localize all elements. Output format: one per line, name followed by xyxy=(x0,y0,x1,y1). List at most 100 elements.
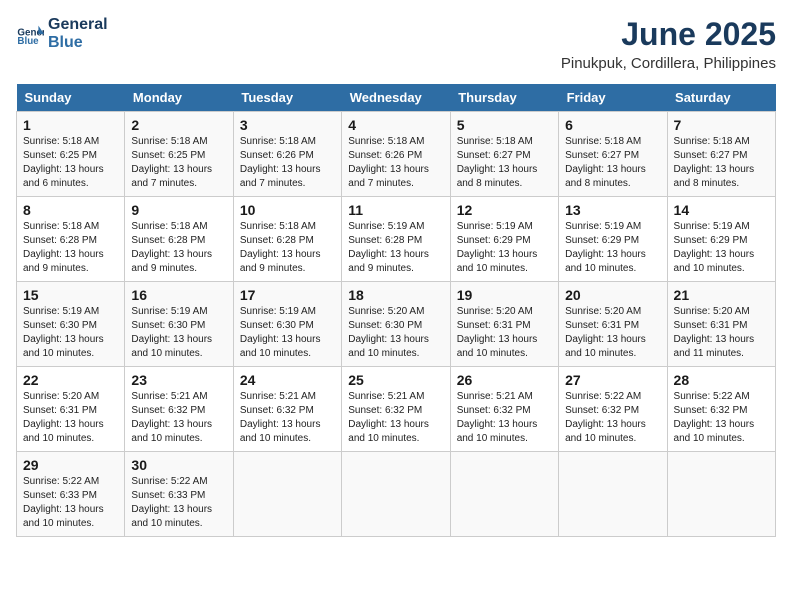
calendar-table: Sunday Monday Tuesday Wednesday Thursday… xyxy=(16,84,776,537)
day-10: 10 Sunrise: 5:18 AM Sunset: 6:28 PM Dayl… xyxy=(233,197,341,282)
week-row-4: 22 Sunrise: 5:20 AM Sunset: 6:31 PM Dayl… xyxy=(17,367,776,452)
day-11: 11 Sunrise: 5:19 AM Sunset: 6:28 PM Dayl… xyxy=(342,197,450,282)
cell-info: Sunrise: 5:18 AM Sunset: 6:28 PM Dayligh… xyxy=(240,220,335,276)
day-29: 29 Sunrise: 5:22 AM Sunset: 6:33 PM Dayl… xyxy=(17,452,125,537)
day-7: 7 Sunrise: 5:18 AM Sunset: 6:27 PM Dayli… xyxy=(667,112,775,197)
header-sunday: Sunday xyxy=(17,84,125,112)
day-15: 15 Sunrise: 5:19 AM Sunset: 6:30 PM Dayl… xyxy=(17,282,125,367)
cell-info: Sunrise: 5:19 AM Sunset: 6:30 PM Dayligh… xyxy=(131,305,226,361)
cell-info: Sunrise: 5:22 AM Sunset: 6:33 PM Dayligh… xyxy=(23,475,118,531)
day-number: 13 xyxy=(565,202,660,218)
cell-info: Sunrise: 5:19 AM Sunset: 6:30 PM Dayligh… xyxy=(240,305,335,361)
cell-info: Sunrise: 5:21 AM Sunset: 6:32 PM Dayligh… xyxy=(131,390,226,446)
cell-info: Sunrise: 5:19 AM Sunset: 6:28 PM Dayligh… xyxy=(348,220,443,276)
day-1: 1 Sunrise: 5:18 AM Sunset: 6:25 PM Dayli… xyxy=(17,112,125,197)
logo: General Blue General Blue xyxy=(16,16,108,51)
day-number: 10 xyxy=(240,202,335,218)
cell-info: Sunrise: 5:21 AM Sunset: 6:32 PM Dayligh… xyxy=(348,390,443,446)
day-5: 5 Sunrise: 5:18 AM Sunset: 6:27 PM Dayli… xyxy=(450,112,558,197)
cell-info: Sunrise: 5:18 AM Sunset: 6:25 PM Dayligh… xyxy=(131,135,226,191)
day-number: 3 xyxy=(240,117,335,133)
day-17: 17 Sunrise: 5:19 AM Sunset: 6:30 PM Dayl… xyxy=(233,282,341,367)
cell-info: Sunrise: 5:22 AM Sunset: 6:32 PM Dayligh… xyxy=(674,390,769,446)
header-thursday: Thursday xyxy=(450,84,558,112)
empty-cell xyxy=(667,452,775,537)
day-19: 19 Sunrise: 5:20 AM Sunset: 6:31 PM Dayl… xyxy=(450,282,558,367)
day-14: 14 Sunrise: 5:19 AM Sunset: 6:29 PM Dayl… xyxy=(667,197,775,282)
header-saturday: Saturday xyxy=(667,84,775,112)
cell-info: Sunrise: 5:21 AM Sunset: 6:32 PM Dayligh… xyxy=(457,390,552,446)
header-wednesday: Wednesday xyxy=(342,84,450,112)
cell-info: Sunrise: 5:18 AM Sunset: 6:27 PM Dayligh… xyxy=(565,135,660,191)
day-number: 22 xyxy=(23,372,118,388)
cell-info: Sunrise: 5:20 AM Sunset: 6:31 PM Dayligh… xyxy=(565,305,660,361)
day-number: 19 xyxy=(457,287,552,303)
logo-blue: Blue xyxy=(48,34,108,52)
day-number: 2 xyxy=(131,117,226,133)
day-number: 25 xyxy=(348,372,443,388)
day-number: 12 xyxy=(457,202,552,218)
calendar-subtitle: Pinukpuk, Cordillera, Philippines xyxy=(561,55,776,72)
day-6: 6 Sunrise: 5:18 AM Sunset: 6:27 PM Dayli… xyxy=(559,112,667,197)
day-number: 27 xyxy=(565,372,660,388)
cell-info: Sunrise: 5:22 AM Sunset: 6:33 PM Dayligh… xyxy=(131,475,226,531)
empty-cell xyxy=(559,452,667,537)
day-number: 6 xyxy=(565,117,660,133)
cell-info: Sunrise: 5:20 AM Sunset: 6:31 PM Dayligh… xyxy=(674,305,769,361)
cell-info: Sunrise: 5:18 AM Sunset: 6:27 PM Dayligh… xyxy=(674,135,769,191)
day-13: 13 Sunrise: 5:19 AM Sunset: 6:29 PM Dayl… xyxy=(559,197,667,282)
empty-cell xyxy=(233,452,341,537)
header-monday: Monday xyxy=(125,84,233,112)
day-number: 14 xyxy=(674,202,769,218)
day-20: 20 Sunrise: 5:20 AM Sunset: 6:31 PM Dayl… xyxy=(559,282,667,367)
cell-info: Sunrise: 5:20 AM Sunset: 6:31 PM Dayligh… xyxy=(457,305,552,361)
day-30: 30 Sunrise: 5:22 AM Sunset: 6:33 PM Dayl… xyxy=(125,452,233,537)
day-number: 28 xyxy=(674,372,769,388)
day-25: 25 Sunrise: 5:21 AM Sunset: 6:32 PM Dayl… xyxy=(342,367,450,452)
day-26: 26 Sunrise: 5:21 AM Sunset: 6:32 PM Dayl… xyxy=(450,367,558,452)
day-28: 28 Sunrise: 5:22 AM Sunset: 6:32 PM Dayl… xyxy=(667,367,775,452)
day-number: 23 xyxy=(131,372,226,388)
day-number: 9 xyxy=(131,202,226,218)
week-row-1: 1 Sunrise: 5:18 AM Sunset: 6:25 PM Dayli… xyxy=(17,112,776,197)
week-row-5: 29 Sunrise: 5:22 AM Sunset: 6:33 PM Dayl… xyxy=(17,452,776,537)
day-number: 7 xyxy=(674,117,769,133)
cell-info: Sunrise: 5:19 AM Sunset: 6:29 PM Dayligh… xyxy=(674,220,769,276)
cell-info: Sunrise: 5:20 AM Sunset: 6:31 PM Dayligh… xyxy=(23,390,118,446)
day-22: 22 Sunrise: 5:20 AM Sunset: 6:31 PM Dayl… xyxy=(17,367,125,452)
cell-info: Sunrise: 5:18 AM Sunset: 6:25 PM Dayligh… xyxy=(23,135,118,191)
day-2: 2 Sunrise: 5:18 AM Sunset: 6:25 PM Dayli… xyxy=(125,112,233,197)
logo-icon: General Blue xyxy=(16,20,44,48)
day-number: 8 xyxy=(23,202,118,218)
day-number: 5 xyxy=(457,117,552,133)
week-row-2: 8 Sunrise: 5:18 AM Sunset: 6:28 PM Dayli… xyxy=(17,197,776,282)
day-8: 8 Sunrise: 5:18 AM Sunset: 6:28 PM Dayli… xyxy=(17,197,125,282)
day-27: 27 Sunrise: 5:22 AM Sunset: 6:32 PM Dayl… xyxy=(559,367,667,452)
day-number: 21 xyxy=(674,287,769,303)
cell-info: Sunrise: 5:18 AM Sunset: 6:27 PM Dayligh… xyxy=(457,135,552,191)
cell-info: Sunrise: 5:18 AM Sunset: 6:26 PM Dayligh… xyxy=(348,135,443,191)
empty-cell xyxy=(342,452,450,537)
day-12: 12 Sunrise: 5:19 AM Sunset: 6:29 PM Dayl… xyxy=(450,197,558,282)
cell-info: Sunrise: 5:22 AM Sunset: 6:32 PM Dayligh… xyxy=(565,390,660,446)
cell-info: Sunrise: 5:18 AM Sunset: 6:28 PM Dayligh… xyxy=(23,220,118,276)
cell-info: Sunrise: 5:20 AM Sunset: 6:30 PM Dayligh… xyxy=(348,305,443,361)
cell-info: Sunrise: 5:19 AM Sunset: 6:30 PM Dayligh… xyxy=(23,305,118,361)
header-tuesday: Tuesday xyxy=(233,84,341,112)
day-number: 15 xyxy=(23,287,118,303)
calendar-title: June 2025 xyxy=(561,16,776,53)
cell-info: Sunrise: 5:19 AM Sunset: 6:29 PM Dayligh… xyxy=(565,220,660,276)
title-area: June 2025 Pinukpuk, Cordillera, Philippi… xyxy=(561,16,776,72)
day-number: 26 xyxy=(457,372,552,388)
cell-info: Sunrise: 5:18 AM Sunset: 6:26 PM Dayligh… xyxy=(240,135,335,191)
day-number: 1 xyxy=(23,117,118,133)
cell-info: Sunrise: 5:19 AM Sunset: 6:29 PM Dayligh… xyxy=(457,220,552,276)
day-number: 24 xyxy=(240,372,335,388)
week-row-3: 15 Sunrise: 5:19 AM Sunset: 6:30 PM Dayl… xyxy=(17,282,776,367)
svg-text:Blue: Blue xyxy=(17,35,39,46)
day-16: 16 Sunrise: 5:19 AM Sunset: 6:30 PM Dayl… xyxy=(125,282,233,367)
cell-info: Sunrise: 5:18 AM Sunset: 6:28 PM Dayligh… xyxy=(131,220,226,276)
day-number: 29 xyxy=(23,457,118,473)
header: General Blue General Blue June 2025 Pinu… xyxy=(16,16,776,72)
day-9: 9 Sunrise: 5:18 AM Sunset: 6:28 PM Dayli… xyxy=(125,197,233,282)
